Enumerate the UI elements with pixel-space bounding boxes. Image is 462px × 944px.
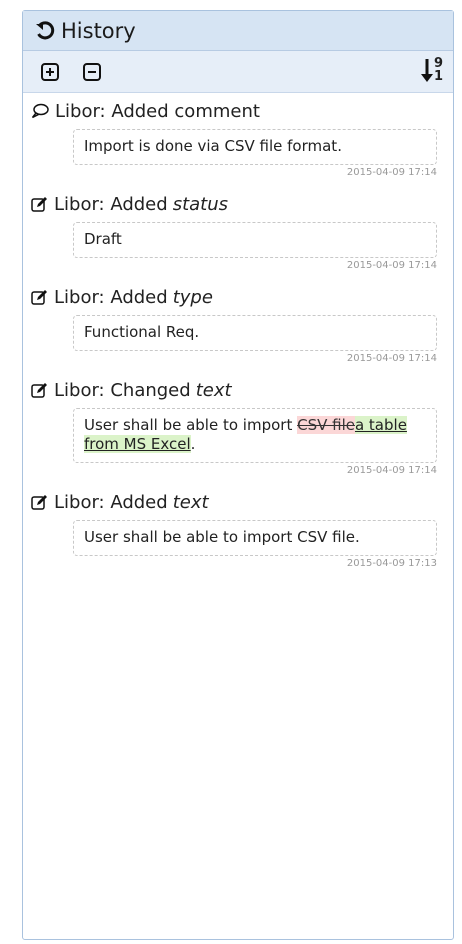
entry-title[interactable]: Libor: Added status bbox=[23, 190, 453, 218]
entry-content: User shall be able to import CSV file. bbox=[73, 520, 437, 556]
comment-icon bbox=[31, 103, 49, 119]
entry-timestamp: 2015-04-09 17:14 bbox=[346, 260, 437, 271]
entry-timestamp: 2015-04-09 17:14 bbox=[346, 465, 437, 476]
edit-icon bbox=[31, 494, 47, 510]
edit-icon bbox=[31, 382, 47, 398]
sort-order-label: 9 1 bbox=[434, 57, 443, 83]
entry-action: Libor: Added comment bbox=[55, 100, 260, 122]
history-entry: Libor: Changed text User shall be able t… bbox=[23, 376, 453, 476]
collapse-all-button[interactable] bbox=[81, 61, 103, 83]
diff-trailing-text: . bbox=[190, 435, 196, 453]
history-header: History bbox=[23, 11, 453, 51]
entry-title[interactable]: Libor: Added text bbox=[23, 488, 453, 516]
entry-content: Functional Req. bbox=[73, 315, 437, 351]
history-entry: Libor: Added text User shall be able to … bbox=[23, 488, 453, 569]
entry-field: text bbox=[172, 491, 209, 513]
history-entry: Libor: Added status Draft 2015-04-09 17:… bbox=[23, 190, 453, 271]
minus-square-icon bbox=[83, 62, 101, 81]
history-panel: History 9 1 Libor: Added comment Import … bbox=[22, 10, 454, 940]
entry-content: Import is done via CSV file format. bbox=[73, 129, 437, 165]
sort-button[interactable]: 9 1 bbox=[420, 57, 443, 83]
entry-timestamp: 2015-04-09 17:13 bbox=[346, 558, 437, 569]
diff-unchanged-text: User shall be able to import bbox=[84, 416, 298, 434]
edit-icon bbox=[31, 289, 47, 305]
entry-title[interactable]: Libor: Changed text bbox=[23, 376, 453, 404]
entry-diff-content: User shall be able to import CSV filea t… bbox=[73, 408, 437, 463]
diff-deleted-text: CSV file bbox=[297, 416, 355, 434]
history-toolbar: 9 1 bbox=[23, 51, 453, 93]
history-list: Libor: Added comment Import is done via … bbox=[23, 93, 453, 569]
sort-bottom-digit: 1 bbox=[433, 69, 443, 84]
entry-content: Draft bbox=[73, 222, 437, 258]
history-title: History bbox=[61, 18, 136, 43]
entry-title[interactable]: Libor: Added type bbox=[23, 283, 453, 311]
entry-field: status bbox=[172, 193, 228, 215]
entry-action: Libor: Added bbox=[54, 193, 168, 215]
entry-field: type bbox=[172, 286, 213, 308]
edit-icon bbox=[31, 196, 47, 212]
entry-timestamp: 2015-04-09 17:14 bbox=[346, 167, 437, 178]
entry-action: Libor: Added bbox=[54, 286, 168, 308]
entry-action: Libor: Changed bbox=[54, 379, 191, 401]
entry-field: text bbox=[195, 379, 232, 401]
expand-all-button[interactable] bbox=[39, 61, 61, 83]
entry-title[interactable]: Libor: Added comment bbox=[23, 97, 453, 125]
sort-down-icon bbox=[420, 59, 433, 82]
entry-action: Libor: Added bbox=[54, 491, 168, 513]
undo-icon bbox=[36, 20, 55, 39]
plus-square-icon bbox=[41, 62, 59, 81]
history-entry: Libor: Added type Functional Req. 2015-0… bbox=[23, 283, 453, 364]
entry-timestamp: 2015-04-09 17:14 bbox=[346, 353, 437, 364]
history-entry: Libor: Added comment Import is done via … bbox=[23, 97, 453, 178]
